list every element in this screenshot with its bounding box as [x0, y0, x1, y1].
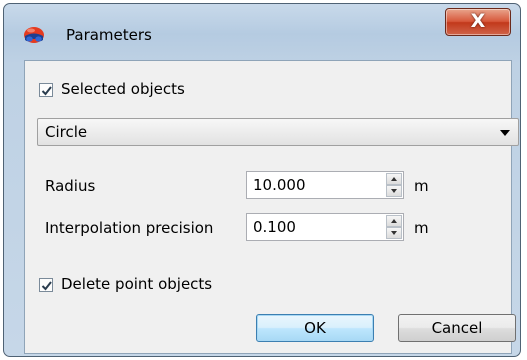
arrow-up-icon [391, 177, 397, 181]
app-glasses-icon [24, 27, 44, 43]
parameters-dialog: Parameters X Selected objects Circle Rad… [3, 3, 521, 357]
radius-unit: m [414, 177, 429, 195]
interpolation-spinbox[interactable]: 0.100 [246, 213, 404, 241]
radius-decrement-button[interactable] [386, 185, 402, 197]
checkmark-icon [41, 86, 52, 96]
ok-button[interactable]: OK [256, 314, 374, 342]
radius-value: 10.000 [253, 176, 306, 194]
interpolation-increment-button[interactable] [386, 215, 402, 227]
radius-spinbox[interactable]: 10.000 [246, 171, 404, 199]
delete-point-objects-checkbox[interactable] [39, 278, 53, 292]
interpolation-value: 0.100 [253, 218, 296, 236]
radius-label: Radius [45, 177, 96, 195]
selected-objects-label: Selected objects [61, 80, 185, 98]
chevron-down-icon [500, 130, 510, 136]
close-button[interactable]: X [445, 8, 511, 36]
arrow-down-icon [391, 189, 397, 193]
delete-point-objects-label: Delete point objects [61, 275, 213, 293]
selected-objects-checkbox[interactable] [39, 83, 53, 97]
shape-select-value: Circle [45, 123, 88, 141]
cancel-button[interactable]: Cancel [398, 314, 516, 342]
interpolation-unit: m [414, 219, 429, 237]
window-title: Parameters [66, 26, 152, 44]
shape-select[interactable]: Circle [37, 118, 519, 146]
dialog-client-area: Selected objects Circle Radius 10.000 m … [24, 60, 519, 354]
interpolation-decrement-button[interactable] [386, 227, 402, 239]
checkmark-icon [41, 281, 52, 291]
arrow-down-icon [391, 231, 397, 235]
interpolation-label: Interpolation precision [45, 219, 214, 237]
arrow-up-icon [391, 219, 397, 223]
close-icon: X [470, 10, 486, 32]
radius-increment-button[interactable] [386, 173, 402, 185]
